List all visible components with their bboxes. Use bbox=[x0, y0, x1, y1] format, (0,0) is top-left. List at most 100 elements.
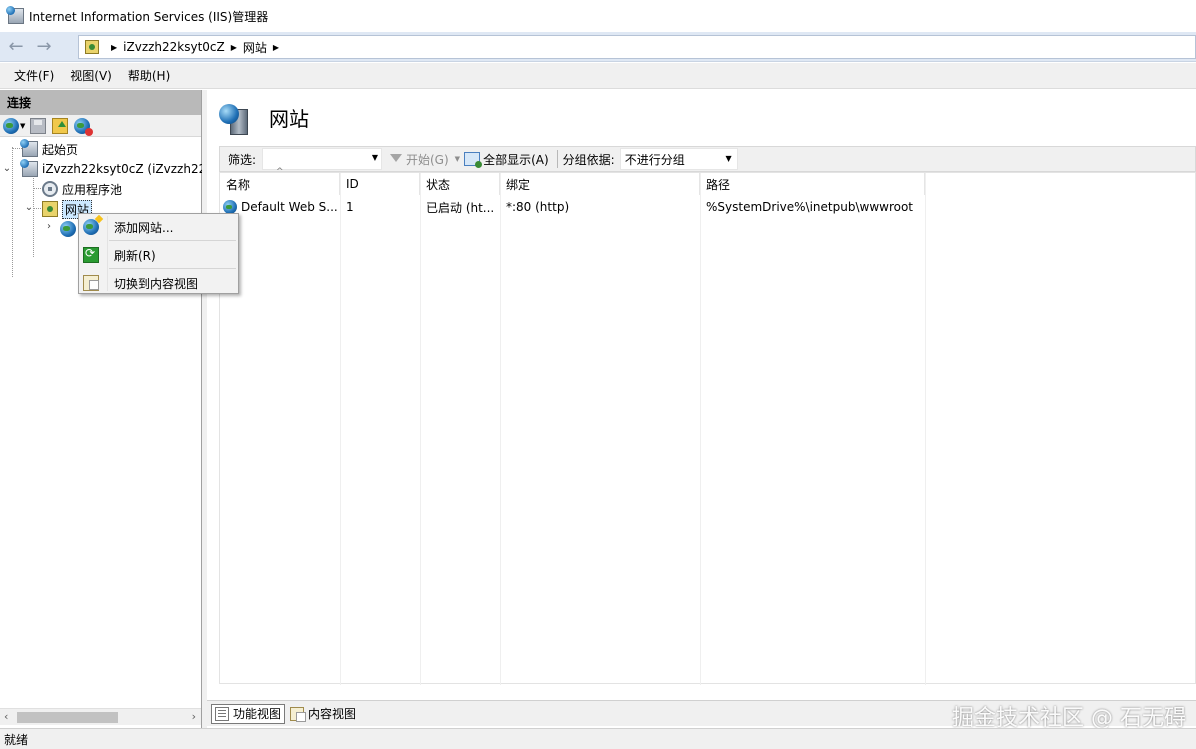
refresh-icon bbox=[83, 246, 99, 263]
connections-toolbar: ▼ bbox=[0, 115, 201, 137]
show-all-label: 全部显示(A) bbox=[483, 152, 549, 167]
column-header-status[interactable]: 状态 bbox=[420, 173, 500, 195]
breadcrumb-arrow-icon[interactable]: ▶ bbox=[273, 43, 279, 52]
website-globe-icon bbox=[223, 200, 237, 214]
cell-status: 已启动 (ht... bbox=[426, 200, 495, 215]
tab-content-view[interactable]: 内容视图 bbox=[287, 704, 359, 724]
app-pool-icon bbox=[42, 181, 58, 197]
tab-label: 功能视图 bbox=[233, 707, 282, 721]
menu-file[interactable]: 文件(F) bbox=[6, 67, 62, 84]
menu-item-label: 刷新(R) bbox=[114, 248, 156, 263]
disconnect-icon[interactable] bbox=[74, 117, 94, 136]
collapse-chevron-icon[interactable]: ⌄ bbox=[24, 202, 34, 213]
expand-chevron-icon[interactable]: › bbox=[44, 221, 54, 232]
save-icon[interactable] bbox=[30, 117, 47, 134]
connections-header: 连接 bbox=[0, 90, 201, 115]
context-refresh[interactable]: 刷新(R) bbox=[79, 242, 238, 268]
back-arrow-icon[interactable]: ← bbox=[4, 36, 28, 57]
tree-item-label: 起始页 bbox=[42, 142, 79, 157]
breadcrumb-server[interactable]: iZvzzh22ksyt0cZ bbox=[123, 40, 225, 54]
scroll-right-icon[interactable]: › bbox=[192, 710, 196, 723]
cell-id: 1 bbox=[346, 200, 354, 214]
up-level-icon[interactable] bbox=[52, 117, 69, 134]
group-by-select[interactable]: 不进行分组 ▼ bbox=[619, 148, 738, 170]
iis-app-icon bbox=[6, 6, 24, 24]
forward-arrow-icon[interactable]: → bbox=[32, 36, 56, 57]
title-bar: Internet Information Services (IIS)管理器 bbox=[0, 0, 1196, 32]
collapse-chevron-icon[interactable]: ⌄ bbox=[2, 163, 12, 174]
breadcrumb-arrow-icon[interactable]: ▶ bbox=[111, 43, 117, 52]
status-text: 就绪 bbox=[4, 732, 29, 747]
column-label: 绑定 bbox=[506, 177, 531, 192]
show-all-icon bbox=[464, 152, 483, 168]
table-row[interactable]: Default Web S... 1 已启动 (ht... *:80 (http… bbox=[220, 197, 1196, 217]
horizontal-scrollbar[interactable]: ‹ › bbox=[0, 708, 201, 725]
start-page-icon bbox=[20, 139, 38, 157]
tree-item-start-page[interactable]: 起始页 bbox=[20, 139, 79, 159]
connections-pane: 连接 ▼ 起始页 ⌄ iZvzzh22ksyt0cZ (iZvzzh22k 应用… bbox=[0, 90, 213, 728]
cell-path: %SystemDrive%\inetpub\wwwroot bbox=[706, 200, 913, 214]
content-view-icon bbox=[83, 275, 99, 291]
breadcrumb-sites[interactable]: 网站 bbox=[243, 39, 267, 56]
tree-item-server[interactable]: iZvzzh22ksyt0cZ (iZvzzh22k bbox=[20, 159, 214, 179]
sites-list: 名称 ^ ID 状态 绑定 路径 Default Web S... 1 已启动 … bbox=[219, 167, 1196, 685]
group-by-label: 分组依据: bbox=[562, 152, 615, 167]
column-header-id[interactable]: ID bbox=[340, 173, 420, 195]
main-pane: 网站 筛选: ▼ 开始(G) ▼ 全部显示(A) 分组依据: 不进行分组 ▼ 名 bbox=[207, 90, 1196, 728]
context-add-website[interactable]: 添加网站... bbox=[79, 214, 238, 240]
features-view-icon bbox=[215, 706, 229, 721]
tab-features-view[interactable]: 功能视图 bbox=[211, 703, 286, 724]
group-by-value: 不进行分组 bbox=[624, 152, 685, 167]
address-bar: ← → ▶ iZvzzh22ksyt0cZ ▶ 网站 ▶ bbox=[0, 32, 1196, 62]
menu-bar: 文件(F) 视图(V) 帮助(H) bbox=[0, 63, 1196, 89]
column-label: 路径 bbox=[706, 177, 731, 192]
websites-icon bbox=[219, 101, 251, 135]
column-header-binding[interactable]: 绑定 bbox=[500, 173, 700, 195]
column-header-name[interactable]: 名称 ^ bbox=[220, 167, 340, 195]
breadcrumb[interactable]: ▶ iZvzzh22ksyt0cZ ▶ 网站 ▶ bbox=[78, 35, 1196, 59]
tree-item-app-pools[interactable]: 应用程序池 bbox=[42, 179, 122, 199]
window-title: Internet Information Services (IIS)管理器 bbox=[29, 9, 269, 24]
start-filter-button[interactable]: 开始(G) bbox=[390, 151, 449, 168]
status-bar: 就绪 bbox=[0, 728, 1196, 749]
cell-binding: *:80 (http) bbox=[506, 200, 570, 214]
column-label: ID bbox=[346, 177, 359, 191]
dropdown-arrow-icon[interactable]: ▼ bbox=[455, 155, 460, 163]
column-label: 名称 bbox=[226, 177, 251, 192]
cell-text: Default Web S... bbox=[241, 200, 338, 214]
menu-item-label: 切换到内容视图 bbox=[114, 276, 199, 291]
menu-view[interactable]: 视图(V) bbox=[62, 67, 120, 84]
tree-item-label: 应用程序池 bbox=[62, 182, 123, 197]
breadcrumb-arrow-icon[interactable]: ▶ bbox=[231, 43, 237, 52]
tree-item-label: iZvzzh22ksyt0cZ (iZvzzh22k bbox=[42, 162, 214, 176]
tree-item-default-site[interactable] bbox=[60, 219, 80, 239]
dropdown-arrow-icon[interactable]: ▼ bbox=[20, 122, 25, 130]
server-icon bbox=[20, 159, 38, 177]
website-globe-icon bbox=[60, 221, 76, 237]
scrollbar-thumb[interactable] bbox=[17, 712, 118, 723]
start-filter-label: 开始(G) bbox=[406, 152, 449, 167]
connect-globe-icon[interactable] bbox=[3, 117, 19, 134]
sites-folder-icon bbox=[42, 201, 58, 217]
page-header: 网站 bbox=[207, 90, 1196, 144]
context-switch-content-view[interactable]: 切换到内容视图 bbox=[79, 270, 238, 296]
sites-folder-icon bbox=[85, 40, 99, 54]
content-view-icon bbox=[290, 706, 307, 722]
page-title: 网站 bbox=[269, 106, 309, 131]
show-all-button[interactable]: 全部显示(A) bbox=[464, 151, 549, 168]
filter-label: 筛选: bbox=[228, 152, 257, 167]
menu-help[interactable]: 帮助(H) bbox=[120, 67, 178, 84]
sort-ascending-icon: ^ bbox=[276, 167, 284, 177]
dropdown-arrow-icon[interactable]: ▼ bbox=[372, 153, 378, 162]
filter-bar: 筛选: ▼ 开始(G) ▼ 全部显示(A) 分组依据: 不进行分组 ▼ bbox=[219, 146, 1196, 172]
tab-label: 内容视图 bbox=[308, 707, 357, 721]
scroll-left-icon[interactable]: ‹ bbox=[4, 710, 8, 723]
context-menu: 添加网站... 刷新(R) 切换到内容视图 bbox=[78, 213, 239, 294]
funnel-icon bbox=[390, 153, 402, 165]
dropdown-arrow-icon[interactable]: ▼ bbox=[726, 154, 732, 163]
menu-item-label: 添加网站... bbox=[114, 220, 174, 235]
column-header-path[interactable]: 路径 bbox=[700, 173, 925, 195]
list-header: 名称 ^ ID 状态 绑定 路径 bbox=[220, 167, 1196, 195]
column-label: 状态 bbox=[426, 177, 451, 192]
add-website-icon bbox=[83, 219, 99, 235]
